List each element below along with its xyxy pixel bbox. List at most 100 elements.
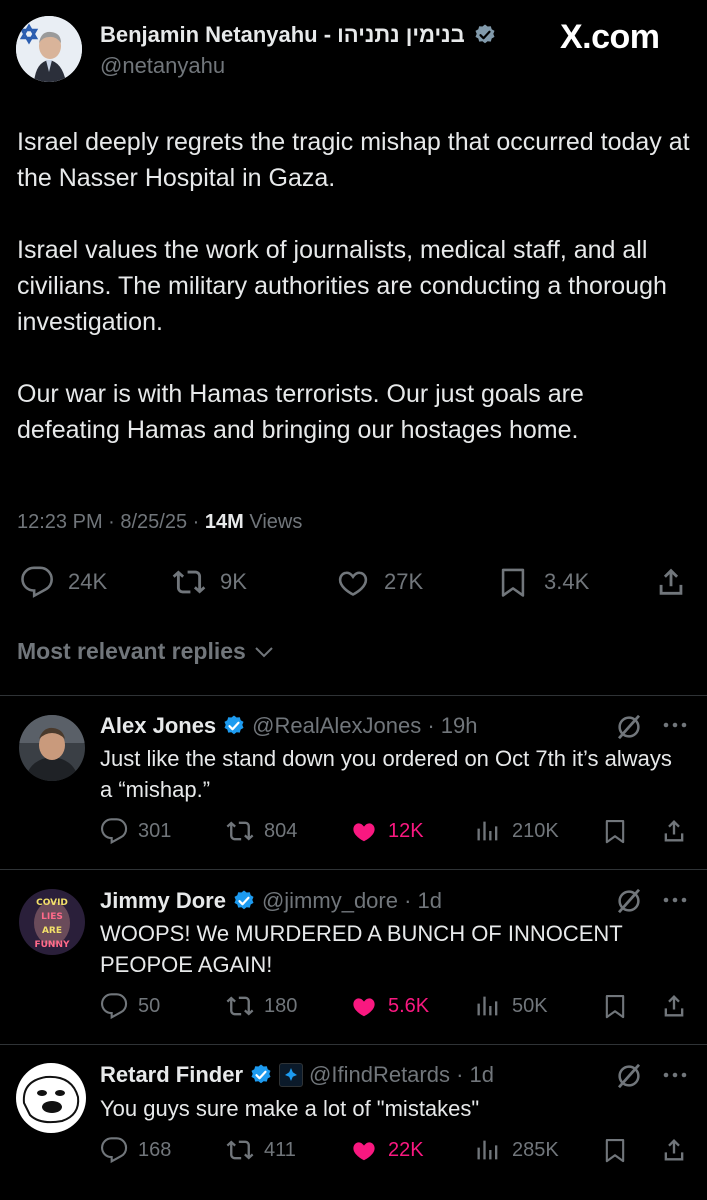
reply-icon <box>100 992 128 1020</box>
verified-badge-icon <box>222 714 246 738</box>
reply-action[interactable]: 24K <box>20 565 107 599</box>
bookmark-button[interactable] <box>601 992 629 1020</box>
views-action[interactable]: 285K <box>474 1136 559 1164</box>
more-options-icon[interactable] <box>662 895 688 905</box>
views-count: 14M <box>204 511 244 533</box>
reply-author-name[interactable]: Retard Finder <box>100 1062 243 1088</box>
grok-icon[interactable] <box>614 712 644 742</box>
reply-author-handle[interactable]: @IfindRetards · 1d <box>309 1062 494 1088</box>
share-icon <box>660 817 688 845</box>
author-name[interactable]: Benjamin Netanyahu - בנימין נתניהו <box>100 22 465 48</box>
grok-icon[interactable] <box>614 886 644 916</box>
like-action[interactable]: 22K <box>350 1136 424 1164</box>
avatar-text: FUNNY <box>34 940 70 950</box>
grok-icon[interactable] <box>614 1061 644 1091</box>
divider <box>0 695 707 696</box>
bookmark-icon <box>601 1136 629 1164</box>
share-icon <box>660 1136 688 1164</box>
more-options-icon[interactable] <box>662 720 688 730</box>
like-action[interactable]: 27K <box>336 565 423 599</box>
bookmark-icon <box>601 817 629 845</box>
x-logo: X.com <box>560 18 660 57</box>
reply-author-name[interactable]: Alex Jones <box>100 713 216 739</box>
post-timestamp[interactable]: 12:23 PM · 8/25/25 · <box>17 511 205 533</box>
bookmark-icon <box>496 565 530 599</box>
views-chart-icon <box>474 992 502 1020</box>
heart-filled-icon <box>350 1136 378 1164</box>
share-button[interactable] <box>654 565 688 599</box>
chevron-down-icon <box>252 640 276 664</box>
replies-sort-dropdown[interactable]: Most relevant replies <box>17 638 276 665</box>
affiliate-badge-icon[interactable] <box>279 1063 304 1087</box>
verified-badge-icon <box>249 1063 273 1087</box>
reply-count: 301 <box>138 819 172 842</box>
reply-author-handle[interactable]: @jimmy_dore · 1d <box>262 888 442 914</box>
reply-avatar[interactable]: COVID LIES ARE FUNNY <box>19 889 85 955</box>
heart-icon <box>336 565 370 599</box>
views-label: Views <box>243 511 303 533</box>
repost-icon <box>226 817 254 845</box>
heart-filled-icon <box>350 992 378 1020</box>
reply-icon <box>100 1136 128 1164</box>
bookmark-icon <box>601 992 629 1020</box>
reply-avatar[interactable] <box>16 1063 86 1133</box>
repost-count: 411 <box>264 1138 296 1161</box>
like-count: 27K <box>384 569 424 594</box>
avatar-text: COVID <box>36 898 68 908</box>
share-button[interactable] <box>660 817 688 845</box>
reply-icon <box>100 817 128 845</box>
repost-icon <box>226 992 254 1020</box>
views-count: 285K <box>512 1138 559 1161</box>
bookmark-count: 3.4K <box>544 569 590 594</box>
bookmark-button[interactable] <box>601 817 629 845</box>
like-count: 12K <box>388 819 424 842</box>
reply-count: 168 <box>138 1138 172 1161</box>
divider <box>0 869 707 870</box>
author-avatar[interactable] <box>16 16 82 82</box>
repost-icon <box>226 1136 254 1164</box>
post-text: Israel deeply regrets the tragic mishap … <box>17 128 690 444</box>
divider <box>0 1044 707 1045</box>
repost-count: 9K <box>220 569 247 594</box>
reply-text: WOOPS! We MURDERED A BUNCH OF INNOCENT P… <box>100 921 623 977</box>
heart-filled-icon <box>350 817 378 845</box>
replies-sort-label: Most relevant replies <box>17 638 246 664</box>
repost-action[interactable]: 804 <box>226 817 297 845</box>
reply-action[interactable]: 301 <box>100 817 171 845</box>
reply-action[interactable]: 50 <box>100 992 160 1020</box>
reply-author-handle[interactable]: @RealAlexJones · 19h <box>252 713 477 739</box>
more-options-icon[interactable] <box>662 1070 688 1080</box>
like-action[interactable]: 5.6K <box>350 992 429 1020</box>
repost-action[interactable]: 411 <box>226 1136 296 1164</box>
reply-icon <box>20 565 54 599</box>
author-handle[interactable]: @netanyahu <box>100 53 225 79</box>
reply-author-name[interactable]: Jimmy Dore <box>100 888 226 914</box>
bookmark-button[interactable] <box>601 1136 629 1164</box>
reply-action[interactable]: 168 <box>100 1136 171 1164</box>
avatar-text: LIES <box>41 912 63 922</box>
repost-count: 804 <box>264 819 298 842</box>
verified-badge-icon <box>232 889 256 913</box>
repost-icon <box>172 565 206 599</box>
like-count: 22K <box>388 1138 424 1161</box>
views-count: 50K <box>512 994 548 1017</box>
views-action[interactable]: 210K <box>474 817 559 845</box>
verified-badge-icon <box>473 23 497 47</box>
reply-count: 24K <box>68 569 108 594</box>
brand-label: X.com <box>560 18 660 56</box>
repost-action[interactable]: 9K <box>172 565 247 599</box>
like-action[interactable]: 12K <box>350 817 424 845</box>
share-icon <box>660 992 688 1020</box>
post-meta: 12:23 PM · 8/25/25 · 14M Views <box>17 511 302 534</box>
share-icon <box>654 565 688 599</box>
views-action[interactable]: 50K <box>474 992 548 1020</box>
bookmark-action[interactable]: 3.4K <box>496 565 589 599</box>
share-button[interactable] <box>660 1136 688 1164</box>
like-count: 5.6K <box>388 994 430 1017</box>
views-chart-icon <box>474 1136 502 1164</box>
share-button[interactable] <box>660 992 688 1020</box>
reply-text: Just like the stand down you ordered on … <box>100 746 672 802</box>
avatar-text: ARE <box>42 926 62 936</box>
reply-avatar[interactable] <box>19 715 85 781</box>
repost-action[interactable]: 180 <box>226 992 297 1020</box>
